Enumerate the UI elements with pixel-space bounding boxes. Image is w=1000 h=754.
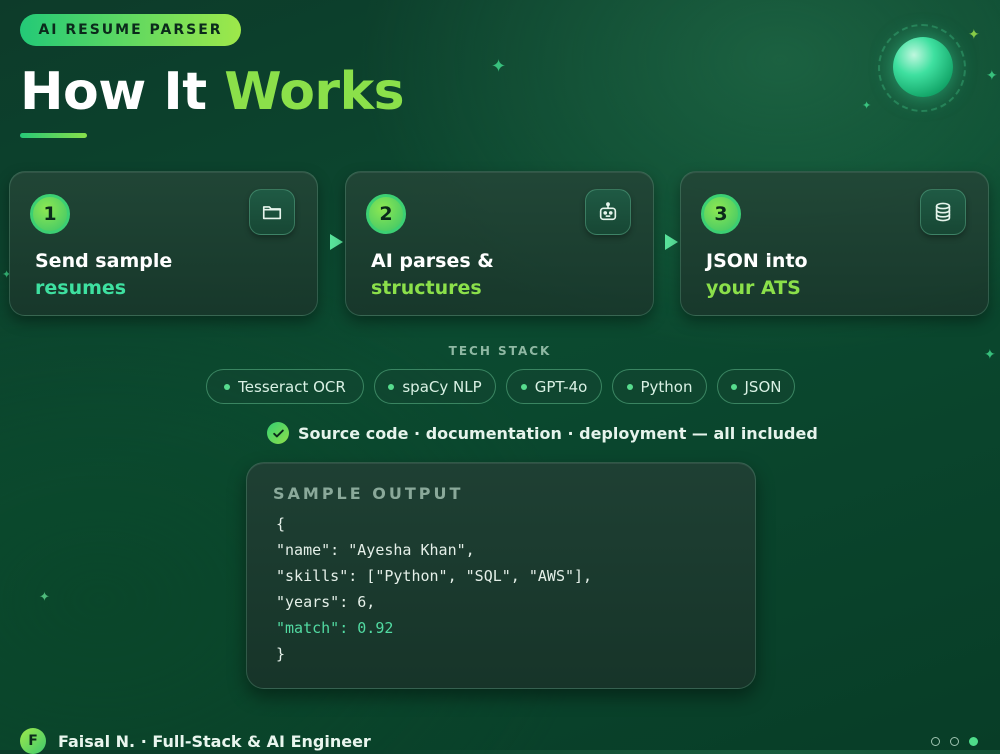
step-subtitle: structures xyxy=(371,277,482,299)
step-subtitle: your ATS xyxy=(706,277,801,299)
included-note: Source code · documentation · deployment… xyxy=(267,422,818,444)
step-subtitle: resumes xyxy=(35,277,127,299)
sparkle-icon: ✦ xyxy=(862,99,872,112)
step-title: JSON into xyxy=(706,250,808,272)
tech-pill-label: GPT-4o xyxy=(534,377,588,396)
title-main: How It xyxy=(20,62,207,122)
step-title: AI parses & xyxy=(371,250,494,272)
bullet-dot-icon xyxy=(224,383,231,390)
sample-output-card: SAMPLE OUTPUT { "name": "Ayesha Khan", "… xyxy=(246,462,756,689)
decorative-orb xyxy=(893,37,953,97)
folder-icon xyxy=(249,189,295,235)
checkmark-icon xyxy=(267,422,289,444)
sample-output-title: SAMPLE OUTPUT xyxy=(273,484,464,503)
tech-pill: Python xyxy=(612,369,707,404)
code-line: "years": 6, xyxy=(276,593,376,611)
title-underline xyxy=(20,133,87,138)
tech-pill-label: Tesseract OCR xyxy=(238,377,346,396)
step-card-3: 3 JSON into your ATS xyxy=(680,171,989,316)
code-line: "skills": ["Python", "SQL", "AWS"], xyxy=(276,567,593,585)
page-indicator xyxy=(931,737,978,746)
arrow-right-icon xyxy=(665,234,678,250)
step-number-badge: 3 xyxy=(701,194,741,234)
header-badge: AI RESUME PARSER xyxy=(20,14,241,46)
code-line: { xyxy=(276,515,286,533)
step-number-badge: 1 xyxy=(30,194,70,234)
bullet-dot-icon xyxy=(388,383,395,390)
tech-stack-label: TECH STACK xyxy=(448,344,552,358)
avatar: F xyxy=(20,728,46,754)
title-accent: Works xyxy=(224,62,405,122)
tech-pill-label: spaCy NLP xyxy=(402,377,482,396)
included-text: Source code · documentation · deployment… xyxy=(298,423,818,443)
page-dot[interactable] xyxy=(950,737,959,746)
step-title: Send sample xyxy=(35,250,173,272)
page-dot[interactable] xyxy=(931,737,940,746)
bullet-dot-icon xyxy=(730,383,737,390)
sparkle-icon: ✦ xyxy=(39,590,50,605)
page-dot-active[interactable] xyxy=(969,737,978,746)
sparkle-icon: ✦ xyxy=(968,27,980,43)
author-footer: F Faisal N. · Full-Stack & AI Engineer xyxy=(20,728,371,754)
sparkle-icon: ✦ xyxy=(491,56,507,77)
page-title: How It Works xyxy=(20,62,405,122)
robot-icon xyxy=(585,189,631,235)
tech-pill: spaCy NLP xyxy=(374,369,496,404)
arrow-right-icon xyxy=(330,234,343,250)
code-line: } xyxy=(276,645,286,663)
database-icon xyxy=(920,189,966,235)
step-card-1: 1 Send sample resumes xyxy=(9,171,318,316)
tech-pill-label: Python xyxy=(640,377,693,396)
code-line-highlight: "match": 0.92 xyxy=(276,619,394,637)
sparkle-icon: ✦ xyxy=(986,68,998,84)
tech-pill-label: JSON xyxy=(744,377,782,396)
tech-pill: Tesseract OCR xyxy=(206,369,364,404)
bullet-dot-icon xyxy=(626,383,633,390)
tech-pill: JSON xyxy=(717,369,795,404)
step-number-badge: 2 xyxy=(366,194,406,234)
code-line: "name": "Ayesha Khan", xyxy=(276,541,475,559)
bullet-dot-icon xyxy=(520,383,527,390)
tech-pill: GPT-4o xyxy=(506,369,602,404)
author-name: Faisal N. · Full-Stack & AI Engineer xyxy=(58,731,371,751)
step-card-2: 2 AI parses & structures xyxy=(345,171,654,316)
